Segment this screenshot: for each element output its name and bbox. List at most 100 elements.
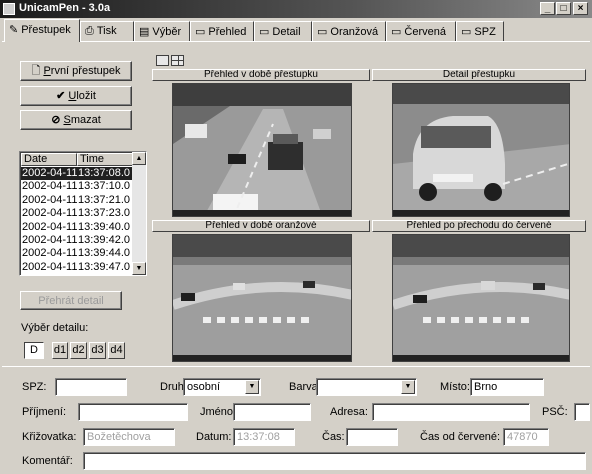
- detail-camera-image[interactable]: [392, 83, 570, 217]
- datum-label: Datum:: [196, 431, 232, 443]
- list-item-time: 13:37:08.0: [78, 167, 130, 179]
- delete-button[interactable]: ⊘ Smazat: [20, 110, 132, 130]
- list-item-time: 13:39:42.0: [78, 234, 130, 246]
- list-item-time: 13:37:21.0: [78, 193, 130, 206]
- close-button[interactable]: ×: [573, 2, 588, 15]
- tab-prestupek[interactable]: ✎ Přestupek: [4, 19, 80, 42]
- prijmeni-label: Příjmení:: [22, 406, 67, 418]
- maximize-button[interactable]: □: [556, 2, 571, 15]
- time-column-header[interactable]: Time: [77, 153, 133, 166]
- barva-select[interactable]: ▼: [316, 378, 417, 396]
- camera-icon: ▭: [391, 26, 402, 38]
- list-item-date: 2002-04-11: [22, 220, 78, 233]
- cas-cervene-input[interactable]: 47870: [503, 428, 549, 446]
- datum-input[interactable]: 13:37:08: [233, 428, 295, 446]
- filter-icon: ▤: [139, 26, 150, 38]
- tab-detail[interactable]: ▭ Detail: [254, 21, 312, 41]
- list-item[interactable]: 2002-04-11 13:39:44.0: [21, 247, 133, 260]
- pen-icon: ✎: [9, 24, 19, 36]
- tab-tisk[interactable]: ⎙ Tisk: [80, 21, 134, 41]
- scroll-down-arrow-icon[interactable]: ▼: [132, 262, 146, 275]
- prijmeni-input[interactable]: [78, 403, 188, 421]
- no-entry-icon: ⊘: [51, 114, 61, 126]
- view-header-orange: Přehled v době oranžové: [152, 220, 370, 232]
- detail-d4-button[interactable]: d4: [108, 342, 125, 359]
- first-offense-button[interactable]: 🗋 První přestupek: [20, 61, 132, 81]
- chevron-down-icon[interactable]: ▼: [401, 380, 415, 394]
- komentar-label: Komentář:: [22, 455, 73, 467]
- save-button[interactable]: ✔ Uložit: [20, 86, 132, 106]
- tab-label: SPZ: [474, 26, 496, 38]
- detail-d2-button[interactable]: d2: [70, 342, 87, 359]
- document-icon: 🗋: [31, 65, 41, 77]
- list-item[interactable]: 2002-04-11 13:39:47.0: [21, 261, 133, 274]
- camera-icon: ▭: [461, 26, 472, 38]
- detail-d3-button[interactable]: d3: [89, 342, 106, 359]
- adresa-label: Adresa:: [330, 406, 368, 418]
- window-title: UnicamPen - 3.0a: [19, 2, 111, 14]
- list-item-date: 2002-04-11: [22, 180, 78, 193]
- list-item-time: 13:37:23.0: [78, 207, 130, 220]
- list-scrollbar[interactable]: ▲ ▼: [132, 152, 146, 275]
- view-header-overview: Přehled v době přestupku: [152, 69, 370, 81]
- orange-camera-image[interactable]: [172, 234, 352, 362]
- overview-camera-image[interactable]: [172, 83, 352, 217]
- red-camera-image[interactable]: [392, 234, 570, 362]
- spz-input[interactable]: [55, 378, 127, 396]
- single-view-icon[interactable]: [156, 55, 169, 66]
- chevron-down-icon[interactable]: ▼: [245, 380, 259, 394]
- tab-oranzova[interactable]: ▭ Oranžová: [312, 21, 386, 41]
- title-bar: UnicamPen - 3.0a _ □ ×: [0, 0, 592, 18]
- list-item[interactable]: 2002-04-11 13:37:23.0: [21, 207, 133, 220]
- tab-spz[interactable]: ▭ SPZ: [456, 21, 504, 41]
- krizovatka-label: Křižovatka:: [22, 431, 77, 443]
- psc-label: PSČ:: [542, 406, 568, 418]
- list-item[interactable]: 2002-04-11 13:39:42.0: [21, 234, 133, 247]
- list-item-time: 13:39:44.0: [78, 247, 130, 260]
- psc-input[interactable]: [574, 403, 590, 421]
- printer-icon: ⎙: [85, 25, 94, 37]
- list-item-time: 13:39:40.0: [78, 220, 130, 233]
- druh-value: osobní: [187, 381, 221, 393]
- tab-label: Oranžová: [330, 26, 379, 38]
- misto-input[interactable]: Brno: [470, 378, 544, 396]
- date-column-header[interactable]: Date: [21, 153, 77, 166]
- tab-label: Tisk: [96, 25, 117, 37]
- detail-d1-button[interactable]: d1: [52, 342, 68, 359]
- adresa-input[interactable]: [372, 403, 530, 421]
- druh-select[interactable]: osobní ▼: [183, 378, 261, 396]
- offense-list[interactable]: Date Time 2002-04-11 13:37:08.0 2002-04-11…: [19, 151, 147, 276]
- minimize-button[interactable]: _: [540, 2, 555, 15]
- spz-label: SPZ:: [22, 381, 47, 393]
- list-item-time: 13:37:10.0: [78, 180, 130, 193]
- komentar-input[interactable]: [83, 452, 586, 470]
- delete-label: mazat: [70, 114, 101, 126]
- list-item-date: 2002-04-11: [22, 234, 78, 246]
- jmeno-input[interactable]: [233, 403, 311, 421]
- list-item-date: 2002-04-11: [22, 193, 78, 206]
- krizovatka-input[interactable]: Božetěchova: [83, 428, 175, 446]
- list-item-time: 13:39:47.0: [78, 260, 130, 273]
- camera-icon: ▭: [195, 26, 206, 38]
- tab-label: Červená: [404, 26, 446, 38]
- list-item[interactable]: 2002-04-11 13:37:08.0: [21, 167, 133, 180]
- detail-d-button[interactable]: D: [24, 342, 44, 359]
- list-item[interactable]: 2002-04-11 13:37:10.0: [21, 180, 133, 193]
- cas-input[interactable]: [346, 428, 398, 446]
- tab-label: Výběr: [152, 26, 182, 38]
- list-item[interactable]: 2002-04-11 13:37:21.0: [21, 194, 133, 207]
- camera-icon: ▭: [259, 26, 270, 38]
- checkmark-icon: ✔: [56, 90, 66, 102]
- delete-accel: S: [63, 114, 71, 126]
- scroll-up-arrow-icon[interactable]: ▲: [132, 152, 146, 165]
- first-offense-accel: P: [43, 65, 51, 77]
- grid-view-icon[interactable]: [171, 55, 184, 66]
- view-header-detail: Detail přestupku: [372, 69, 586, 81]
- recalculate-button[interactable]: Přehrát detail: [20, 291, 122, 310]
- tab-cervena[interactable]: ▭ Červená: [386, 21, 456, 41]
- tab-vyber[interactable]: ▤ Výběr: [134, 21, 190, 41]
- list-item[interactable]: 2002-04-11 13:39:40.0: [21, 221, 133, 234]
- detail-select-label: Výběr detailu:: [21, 322, 89, 334]
- list-item-date: 2002-04-11: [22, 247, 78, 260]
- tab-prehled[interactable]: ▭ Přehled: [190, 21, 254, 41]
